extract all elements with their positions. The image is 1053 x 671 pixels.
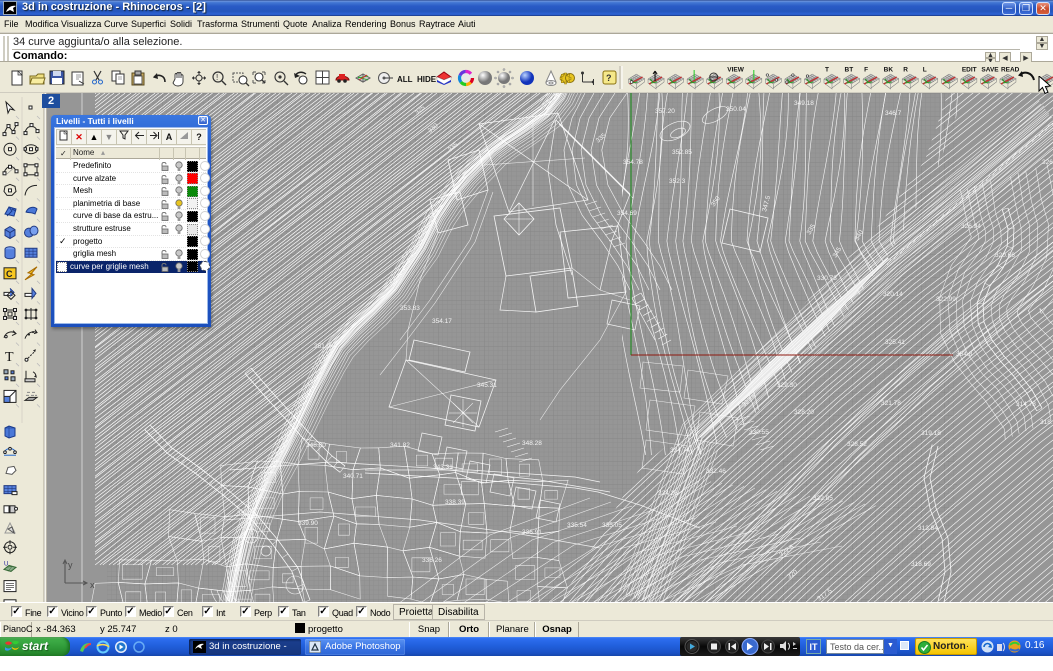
- svg-text:?: ?: [606, 73, 612, 83]
- svg-text:354.17: 354.17: [432, 318, 452, 325]
- svg-text:313.84: 313.84: [918, 525, 938, 532]
- svg-text:335.54: 335.54: [567, 522, 587, 529]
- svg-text:328.52: 328.52: [847, 441, 867, 448]
- svg-text:320.66: 320.66: [995, 252, 1015, 259]
- svg-text:330.55: 330.55: [749, 429, 769, 436]
- svg-text:321.78: 321.78: [881, 400, 901, 407]
- svg-text:352.85: 352.85: [672, 149, 692, 156]
- svg-text:ALL: ALL: [397, 75, 413, 84]
- svg-text:C: C: [6, 269, 13, 279]
- svg-text:F: F: [864, 67, 868, 74]
- svg-text:325.41: 325.41: [885, 339, 905, 346]
- svg-text:353.83: 353.83: [400, 305, 420, 312]
- svg-text:349.18: 349.18: [794, 100, 814, 107]
- svg-text:341.82: 341.82: [390, 442, 410, 449]
- svg-text:READ: READ: [1001, 67, 1020, 74]
- svg-text:332.46: 332.46: [706, 468, 726, 475]
- svg-text:322.85: 322.85: [813, 495, 833, 502]
- svg-text:EDIT: EDIT: [962, 67, 977, 74]
- svg-text:R: R: [903, 67, 908, 74]
- svg-text:y: y: [68, 560, 73, 570]
- svg-text:329.30: 329.30: [777, 382, 797, 389]
- svg-text:T: T: [5, 350, 14, 365]
- svg-text:351.24: 351.24: [314, 343, 334, 350]
- svg-text:339.31: 339.31: [237, 510, 257, 517]
- svg-text:336.26: 336.26: [422, 557, 442, 564]
- svg-text:326.1: 326.1: [1042, 159, 1053, 166]
- svg-text:334.74: 334.74: [670, 447, 690, 454]
- svg-text:322.99: 322.99: [936, 296, 956, 303]
- svg-text:318.69: 318.69: [911, 561, 931, 568]
- svg-text:x: x: [90, 580, 95, 590]
- svg-text:354.78: 354.78: [623, 159, 643, 166]
- svg-text:HIDE: HIDE: [417, 75, 437, 84]
- svg-text:352.3: 352.3: [669, 178, 686, 185]
- svg-text:BT: BT: [845, 67, 854, 74]
- svg-text:334.28: 334.28: [658, 490, 678, 497]
- svg-text:T: T: [825, 67, 829, 74]
- svg-text:348.80: 348.80: [306, 442, 326, 449]
- svg-text:SAVE: SAVE: [981, 67, 999, 74]
- svg-text:L: L: [923, 67, 927, 74]
- svg-text:340.71: 340.71: [343, 473, 363, 480]
- svg-text:354.8: 354.8: [956, 351, 973, 358]
- svg-text:320.14: 320.14: [883, 291, 903, 298]
- svg-text:343.31: 343.31: [433, 464, 453, 471]
- svg-text:314.78: 314.78: [1016, 401, 1036, 408]
- svg-text:BK: BK: [884, 67, 894, 74]
- svg-text:319.18: 319.18: [921, 430, 941, 437]
- svg-text:!: !: [216, 73, 218, 82]
- svg-text:330.73: 330.73: [817, 275, 837, 282]
- svg-text:345.31: 345.31: [477, 382, 497, 389]
- svg-text:326.94: 326.94: [961, 223, 981, 230]
- svg-text:346.7: 346.7: [885, 110, 902, 117]
- svg-text:350.04: 350.04: [726, 106, 746, 113]
- svg-text:357.20: 357.20: [655, 108, 675, 115]
- svg-text:354.69: 354.69: [617, 210, 637, 217]
- svg-text:336.91: 336.91: [522, 529, 542, 536]
- svg-text:318.2: 318.2: [1040, 419, 1053, 426]
- svg-text:338.39: 338.39: [445, 499, 465, 506]
- svg-text:335.05: 335.05: [602, 522, 622, 529]
- svg-text:328.20: 328.20: [794, 409, 814, 416]
- svg-text:VIEW: VIEW: [727, 67, 744, 74]
- svg-text:348.28: 348.28: [522, 440, 542, 447]
- svg-text:339.90: 339.90: [298, 520, 318, 527]
